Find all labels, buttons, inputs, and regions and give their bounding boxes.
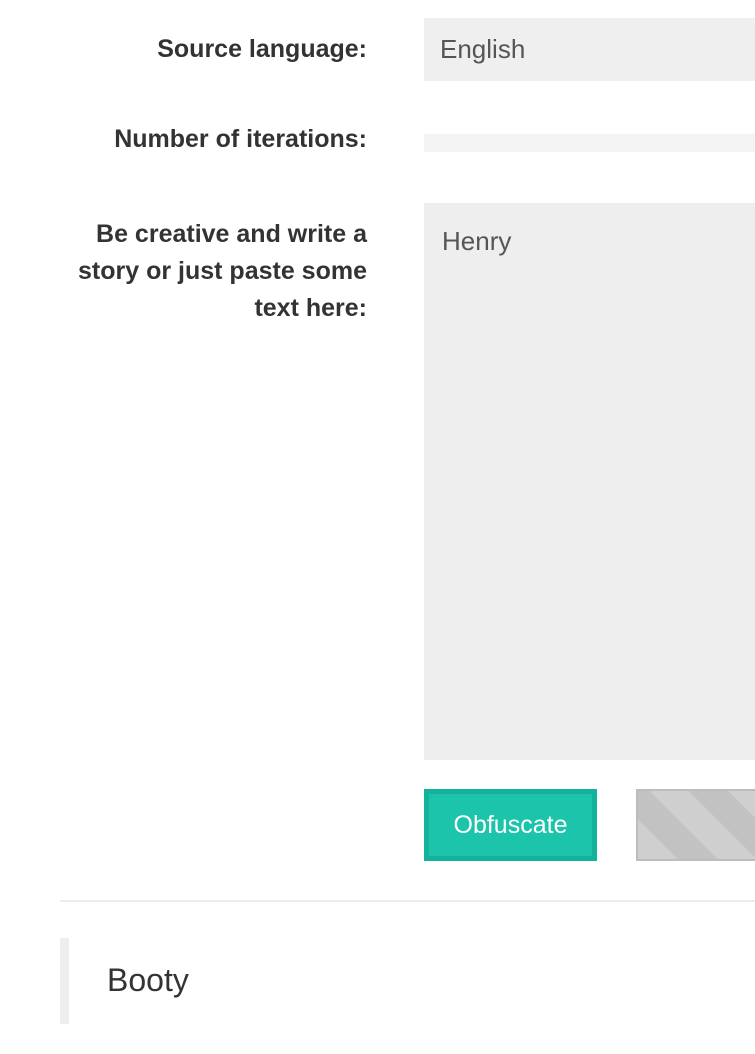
obfuscate-button[interactable]: Obfuscate [424, 789, 597, 861]
source-language-label: Source language: [157, 35, 367, 63]
iterations-input[interactable] [424, 134, 755, 152]
iterations-label: Number of iterations: [114, 125, 367, 153]
result-output: Booty [60, 938, 755, 1024]
section-divider [60, 900, 755, 902]
obfuscator-page: Source language: English Number of itera… [0, 0, 755, 1054]
story-label: Be creative and write a story or just pa… [78, 220, 367, 322]
disabled-secondary-button[interactable] [636, 789, 755, 861]
story-textarea[interactable]: Henry [424, 203, 755, 760]
source-language-select[interactable]: English [424, 18, 755, 81]
result-text: Booty [107, 962, 189, 998]
